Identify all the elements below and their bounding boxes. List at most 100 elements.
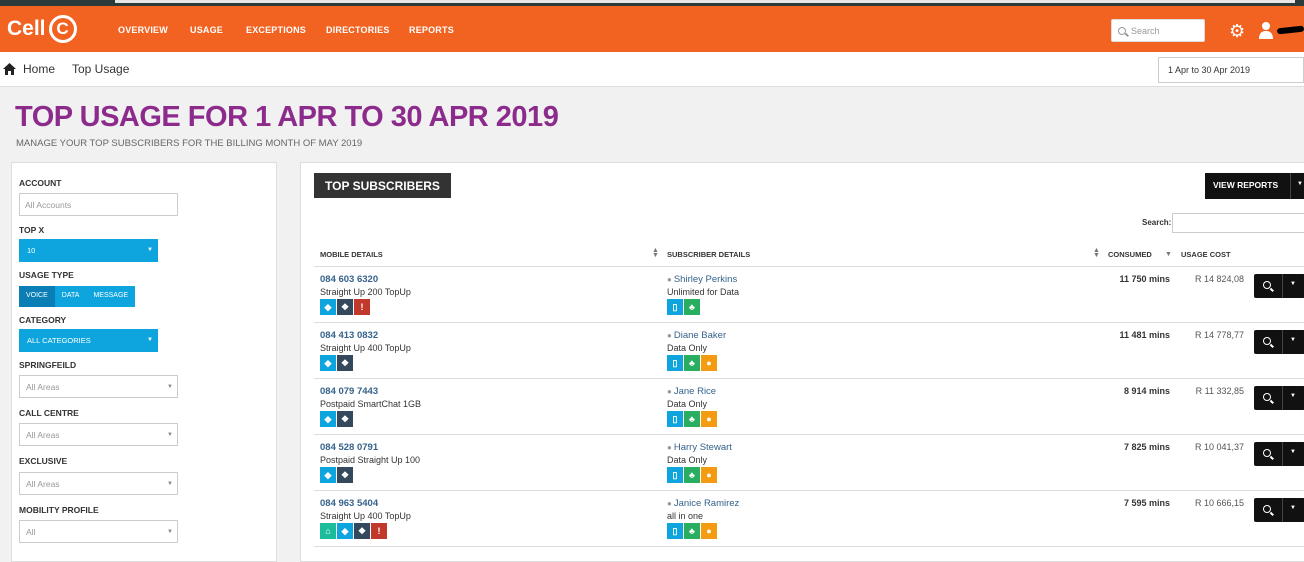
chevron-down-icon: ▼ <box>147 337 153 343</box>
user-icon[interactable]: ● <box>701 411 717 427</box>
table-row: 084 963 5404 Straight Up 400 TopUp ⌂ ◆ ❖… <box>301 491 1304 547</box>
mobile-number[interactable]: 084 413 0832 <box>320 330 378 341</box>
topx-select[interactable]: 10 ▼ <box>19 239 158 262</box>
mobile-number[interactable]: 084 079 7443 <box>320 386 378 397</box>
mobile-number[interactable]: 084 528 0791 <box>320 442 378 453</box>
exclusive-select[interactable]: All Areas ▼ <box>19 472 178 495</box>
nav-overview[interactable]: OVERVIEW <box>118 25 168 35</box>
table-search-input[interactable] <box>1172 213 1304 233</box>
hierarchy-icon[interactable]: ♣ <box>684 355 700 371</box>
sort-icon[interactable]: ▲ ▼ <box>1093 247 1100 259</box>
subscriber-name-text: Janice Ramirez <box>673 498 740 509</box>
subscriber-name[interactable]: ● Diane Baker <box>667 330 726 341</box>
col-mobile-details[interactable]: MOBILE DETAILS <box>320 250 383 259</box>
row-action-button[interactable]: ▼ <box>1254 498 1304 522</box>
search-input[interactable]: Search <box>1111 19 1205 42</box>
search-placeholder: Search <box>1131 25 1160 36</box>
call-centre-select[interactable]: All Areas ▼ <box>19 423 178 446</box>
mobile-icon[interactable]: ▯ <box>667 299 683 315</box>
subscriber-type: Unlimited for Data <box>667 287 740 297</box>
dropbox-icon[interactable]: ❖ <box>337 299 353 315</box>
col-consumed[interactable]: CONSUMED <box>1108 250 1152 259</box>
alert-icon[interactable]: ! <box>354 299 370 315</box>
mobile-badges: ◆ ❖ ! <box>320 299 370 315</box>
col-usage-cost[interactable]: USAGE COST <box>1181 250 1231 259</box>
nav-usage[interactable]: USAGE <box>190 25 223 35</box>
view-reports-button[interactable]: VIEW REPORTS ▼ <box>1205 173 1304 199</box>
usage-message-button[interactable]: MESSAGE <box>86 286 135 307</box>
mobility-label: MOBILITY PROFILE <box>19 505 99 515</box>
user-icon[interactable]: ● <box>701 467 717 483</box>
mobile-number[interactable]: 084 603 6320 <box>320 274 378 285</box>
subscriber-badges: ▯ ♣ ● <box>667 355 717 371</box>
alert-icon[interactable]: ! <box>371 523 387 539</box>
usage-data-button[interactable]: DATA <box>55 286 87 307</box>
row-action-button[interactable]: ▼ <box>1254 386 1304 410</box>
col-subscriber-details[interactable]: SUBSCRIBER DETAILS <box>667 250 750 259</box>
divider <box>1282 442 1283 466</box>
gear-icon[interactable]: ⚙ <box>1229 22 1247 40</box>
nav-directories[interactable]: DIRECTORIES <box>326 25 390 35</box>
usage-voice-button[interactable]: VOICE <box>19 286 55 307</box>
tag-icon[interactable]: ◆ <box>320 299 336 315</box>
mobility-select[interactable]: All ▼ <box>19 520 178 543</box>
home-icon[interactable] <box>3 63 16 75</box>
tag-icon[interactable]: ◆ <box>337 523 353 539</box>
page-subtitle: MANAGE YOUR TOP SUBSCRIBERS FOR THE BILL… <box>16 138 363 149</box>
divider <box>1282 498 1283 522</box>
chevron-down-icon[interactable]: ▼ <box>1297 181 1303 187</box>
top-subscribers-panel: TOP SUBSCRIBERS VIEW REPORTS ▼ Search: M… <box>300 162 1304 562</box>
usage-cost-value: R 10 666,15 <box>1194 498 1244 508</box>
tag-icon[interactable]: ◆ <box>320 467 336 483</box>
mobile-icon[interactable]: ▯ <box>667 355 683 371</box>
user-icon[interactable]: ● <box>701 523 717 539</box>
table-search-label: Search: <box>1142 218 1172 227</box>
mobile-icon[interactable]: ▯ <box>667 411 683 427</box>
category-select[interactable]: ALL CATEGORIES ▼ <box>19 329 158 352</box>
mobile-number[interactable]: 084 963 5404 <box>320 498 378 509</box>
mobile-badges: ◆ ❖ <box>320 355 353 371</box>
row-action-button[interactable]: ▼ <box>1254 330 1304 354</box>
person-icon: ● <box>667 387 672 396</box>
springfeild-select[interactable]: All Areas ▼ <box>19 375 178 398</box>
hierarchy-icon[interactable]: ♣ <box>684 523 700 539</box>
row-action-button[interactable]: ▼ <box>1254 442 1304 466</box>
consumed-value: 11 481 mins <box>1119 330 1170 340</box>
account-input[interactable]: All Accounts <box>19 193 178 216</box>
user-icon[interactable] <box>1258 21 1274 39</box>
nav-reports[interactable]: REPORTS <box>409 25 454 35</box>
tag-icon[interactable]: ◆ <box>320 411 336 427</box>
hierarchy-icon[interactable]: ♣ <box>684 299 700 315</box>
table-row: 084 413 0832 Straight Up 400 TopUp ◆ ❖ ●… <box>301 323 1304 379</box>
mobility-value: All <box>26 527 36 537</box>
breadcrumb-home[interactable]: Home <box>23 62 55 76</box>
unlock-icon[interactable]: ⌂ <box>320 523 336 539</box>
hierarchy-icon[interactable]: ♣ <box>684 411 700 427</box>
dropbox-icon[interactable]: ❖ <box>337 467 353 483</box>
usage-cost-value: R 14 778,77 <box>1194 330 1244 340</box>
date-range-picker[interactable]: 1 Apr to 30 Apr 2019 <box>1158 57 1304 83</box>
navbar: Cell C OVERVIEW USAGE EXCEPTIONS DIRECTO… <box>0 6 1304 52</box>
hierarchy-icon[interactable]: ♣ <box>684 467 700 483</box>
subscriber-name[interactable]: ● Harry Stewart <box>667 442 732 453</box>
user-icon[interactable]: ● <box>701 355 717 371</box>
subscriber-name[interactable]: ● Janice Ramirez <box>667 498 739 509</box>
account-label: ACCOUNT <box>19 178 62 188</box>
cell-c-logo[interactable]: Cell C <box>7 14 77 44</box>
dropbox-icon[interactable]: ❖ <box>337 411 353 427</box>
mobile-icon[interactable]: ▯ <box>667 467 683 483</box>
tag-icon[interactable]: ◆ <box>320 355 336 371</box>
divider <box>1282 274 1283 298</box>
row-action-button[interactable]: ▼ <box>1254 274 1304 298</box>
dropbox-icon[interactable]: ❖ <box>337 355 353 371</box>
mobile-badges: ◆ ❖ <box>320 467 353 483</box>
mobile-icon[interactable]: ▯ <box>667 523 683 539</box>
dropbox-icon[interactable]: ❖ <box>354 523 370 539</box>
sort-icon[interactable]: ▲ ▼ <box>652 247 659 259</box>
filter-sidebar: ACCOUNT All Accounts TOP X 10 ▼ USAGE TY… <box>11 162 277 562</box>
chevron-down-icon: ▼ <box>147 247 153 253</box>
nav-exceptions[interactable]: EXCEPTIONS <box>246 25 306 35</box>
sort-desc-icon[interactable]: ▼ <box>1165 251 1172 258</box>
subscriber-name[interactable]: ● Jane Rice <box>667 386 716 397</box>
subscriber-name[interactable]: ● Shirley Perkins <box>667 274 737 285</box>
